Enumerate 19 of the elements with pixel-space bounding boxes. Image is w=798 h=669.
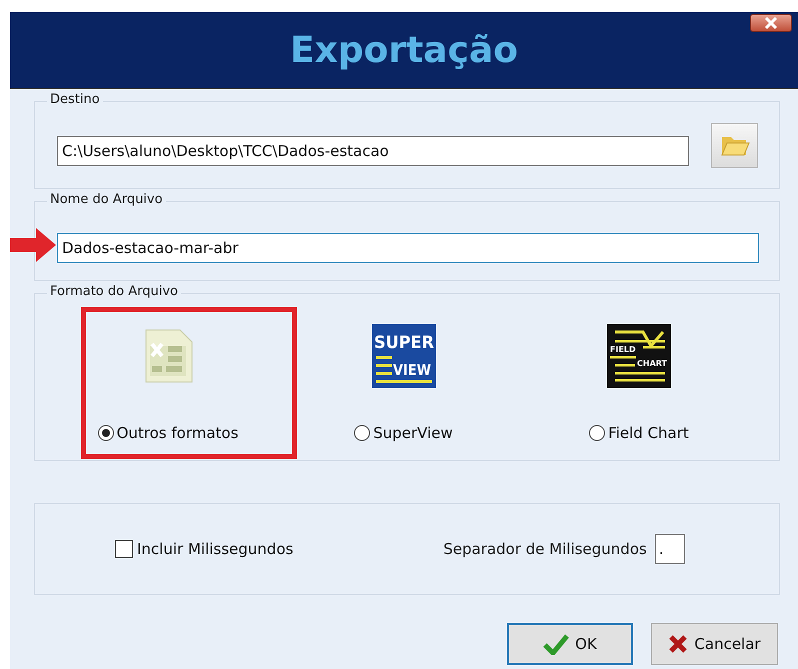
separator-label: Separador de Milisegundos	[443, 540, 647, 558]
close-button[interactable]	[750, 14, 792, 32]
cross-icon	[668, 634, 688, 654]
superview-logo: SUPER VIEW	[372, 324, 436, 388]
check-icon	[543, 633, 570, 655]
field-chart-logo: FIELD CHART	[607, 324, 671, 388]
file-name-field[interactable]: Dados-estacao-mar-abr	[57, 233, 759, 263]
cancel-button[interactable]: Cancelar	[651, 623, 778, 665]
group-label: Nome do Arquivo	[47, 192, 166, 207]
close-icon	[764, 17, 778, 29]
path-field[interactable]: C:\Users\aluno\Desktop\TCC\Dados-estacao	[57, 136, 689, 166]
ok-button[interactable]: OK	[507, 623, 633, 665]
group-label: Formato do Arquivo	[47, 284, 181, 299]
include-ms-checkbox[interactable]: Incluir Milissegundos	[115, 540, 294, 558]
window-title: Exportação	[290, 30, 518, 70]
format-radio[interactable]: Field Chart	[589, 424, 689, 442]
format-radio[interactable]: SuperView	[354, 424, 453, 442]
format-radio[interactable]: Outros formatos	[98, 424, 238, 442]
separator-field[interactable]: .	[654, 534, 685, 564]
